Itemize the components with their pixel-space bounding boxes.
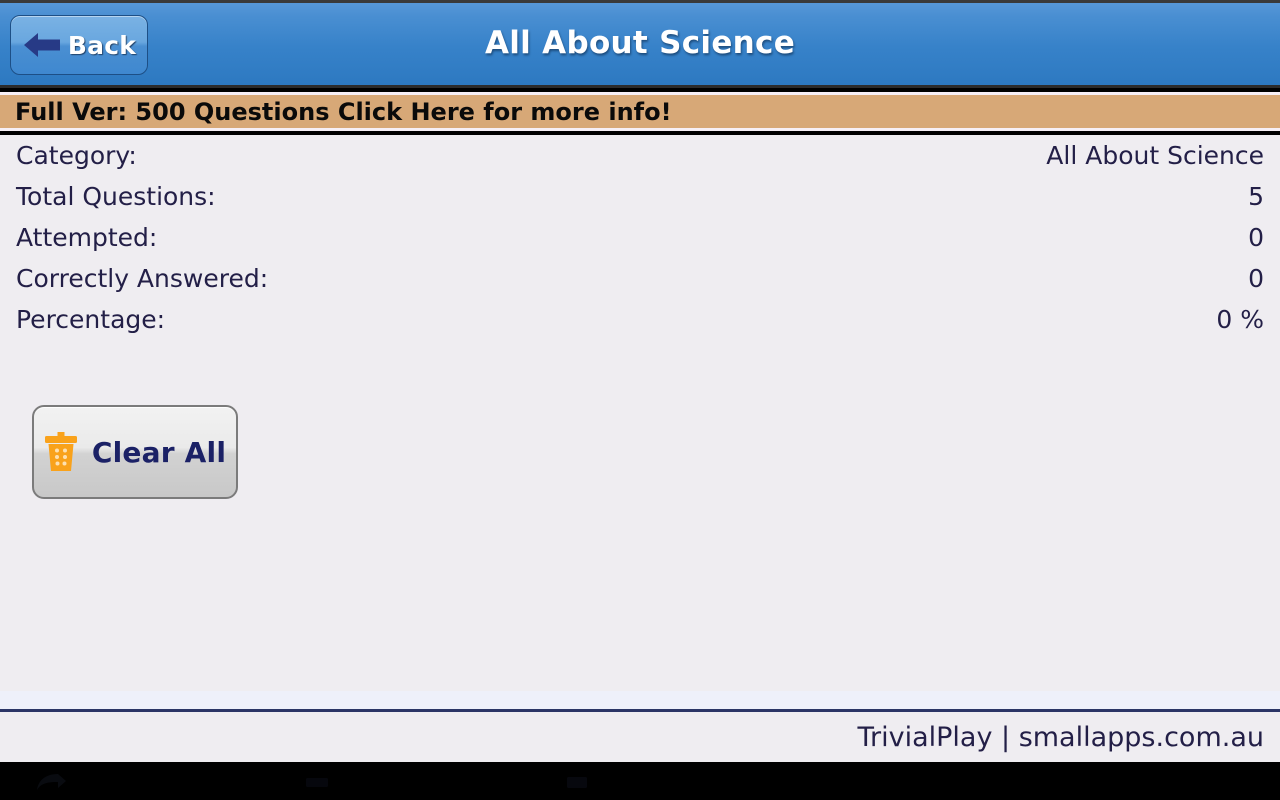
- page-title: All About Science: [484, 24, 796, 61]
- stat-value: 0: [1248, 223, 1264, 252]
- nav-home-icon[interactable]: [300, 772, 334, 792]
- promo-banner-wrapper: Full Ver: 500 Questions Click Here for m…: [0, 88, 1280, 135]
- stat-row-total-questions: Total Questions: 5: [16, 182, 1264, 223]
- promo-banner[interactable]: Full Ver: 500 Questions Click Here for m…: [0, 95, 1280, 128]
- trash-icon: [44, 432, 77, 471]
- stat-row-correctly-answered: Correctly Answered: 0: [16, 264, 1264, 305]
- stat-label: Correctly Answered:: [16, 264, 269, 293]
- promo-banner-text: Full Ver: 500 Questions Click Here for m…: [15, 97, 672, 126]
- stat-label: Percentage:: [16, 305, 166, 334]
- system-nav-bar: [0, 762, 1280, 800]
- back-button[interactable]: Back: [10, 15, 148, 75]
- nav-recent-apps-icon[interactable]: [560, 772, 594, 792]
- arrow-left-icon: [23, 33, 60, 57]
- footer-text: TrivialPlay | smallapps.com.au: [857, 721, 1264, 753]
- stat-value: 0 %: [1216, 305, 1264, 334]
- stat-value: 5: [1248, 182, 1264, 211]
- clear-all-label: Clear All: [91, 435, 227, 469]
- clear-all-button[interactable]: Clear All: [32, 405, 238, 499]
- stat-row-attempted: Attempted: 0: [16, 223, 1264, 264]
- stat-value: 0: [1248, 264, 1264, 293]
- title-bar: Back All About Science: [0, 0, 1280, 88]
- stats-list: Category: All About Science Total Questi…: [0, 135, 1280, 691]
- footer: TrivialPlay | smallapps.com.au: [0, 712, 1280, 762]
- stat-row-percentage: Percentage: 0 %: [16, 305, 1264, 346]
- footer-band: [0, 691, 1280, 709]
- back-button-label: Back: [67, 30, 137, 60]
- stat-row-category: Category: All About Science: [16, 141, 1264, 182]
- app-screen: Back All About Science Full Ver: 500 Que…: [0, 0, 1280, 800]
- stat-label: Attempted:: [16, 223, 158, 252]
- actions-area: Clear All: [16, 346, 1264, 499]
- stat-label: Total Questions:: [16, 182, 216, 211]
- stat-value: All About Science: [1046, 141, 1264, 170]
- stat-label: Category:: [16, 141, 137, 170]
- nav-back-icon[interactable]: [34, 772, 68, 792]
